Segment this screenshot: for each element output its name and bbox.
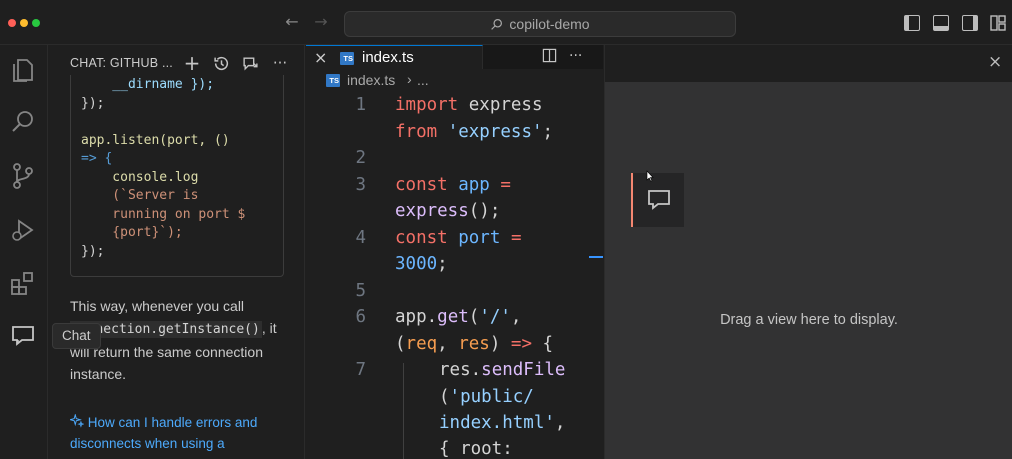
chat-tooltip: Chat: [52, 323, 101, 349]
typescript-file-icon: TS: [326, 74, 340, 87]
code-editor[interactable]: 1 import express from 'express'; 2 3 con…: [306, 93, 603, 459]
run-debug-icon[interactable]: [8, 215, 38, 245]
code-line: 3000;: [395, 254, 448, 274]
breadcrumb-separator: ›: [407, 71, 412, 87]
chat-panel: __dirname }); }); app.listen(port, () =>…: [49, 45, 305, 459]
toggle-panel-icon[interactable]: [933, 15, 949, 31]
title-bar: ← → copilot-demo: [0, 0, 1012, 45]
code-line: app.get('/',: [395, 307, 522, 327]
toggle-secondary-sidebar-icon[interactable]: [962, 15, 978, 31]
line-number: 4: [355, 228, 366, 248]
followup-text: How can I handle errors and disconnects …: [70, 415, 258, 451]
chat-code-block: __dirname }); }); app.listen(port, () =>…: [70, 67, 284, 277]
code-line: from 'express';: [395, 122, 554, 142]
forward-arrow-icon[interactable]: →: [311, 12, 331, 32]
customize-layout-icon[interactable]: [990, 15, 1006, 31]
breadcrumb-file[interactable]: index.ts: [347, 72, 395, 88]
sparkle-icon: [68, 413, 85, 428]
typescript-file-icon: TS: [340, 52, 354, 65]
code-line: { root:: [439, 439, 513, 459]
code-line: res.sendFile: [439, 360, 566, 380]
line-number: 1: [355, 95, 366, 115]
chat-header: CHAT: GITHUB ... + ···: [49, 45, 304, 75]
mouse-cursor-icon: [646, 170, 654, 182]
command-center-label: copilot-demo: [509, 16, 590, 32]
explorer-icon[interactable]: [8, 55, 38, 85]
new-chat-icon[interactable]: +: [183, 51, 201, 75]
indent-guide: [403, 363, 404, 459]
line-number: 5: [355, 281, 366, 301]
code-line: });: [81, 95, 105, 111]
editor-more-actions-icon[interactable]: ···: [569, 48, 582, 64]
activity-bar: [0, 45, 48, 459]
toggle-primary-sidebar-icon[interactable]: [904, 15, 920, 31]
code-line: (req, res) => {: [395, 334, 554, 354]
code-line: ('public/: [439, 387, 534, 407]
minimize-window-button[interactable]: [20, 19, 28, 27]
command-center-search[interactable]: copilot-demo: [344, 11, 736, 37]
chat-icon: [647, 190, 670, 210]
close-icon[interactable]: ×: [988, 52, 1002, 72]
code-line: index.html',: [439, 413, 566, 433]
secondary-sidebar: × Drag a view here to display.: [604, 45, 1012, 459]
chat-code-text: __dirname }); }); app.listen(port, () =>…: [81, 76, 245, 261]
breadcrumb-more[interactable]: ...: [417, 72, 429, 88]
maximize-window-button[interactable]: [32, 19, 40, 27]
code-line: console.log: [81, 169, 199, 185]
tab-label: index.ts: [362, 49, 414, 66]
more-actions-icon[interactable]: ···: [271, 54, 289, 72]
line-number: 7: [355, 360, 366, 380]
code-line: __dirname });: [81, 77, 215, 92]
code-line: express();: [395, 201, 501, 221]
code-line: const port =: [395, 228, 522, 248]
code-line: const app =: [395, 175, 511, 195]
tab-bar: × TS index.ts ···: [306, 45, 603, 69]
line-number: 6: [355, 307, 366, 327]
secondary-sidebar-header: ×: [605, 45, 1012, 82]
line-number: 3: [355, 175, 366, 195]
answer-prefix: This way, whenever you call: [70, 298, 245, 314]
editor-group: × TS index.ts ··· TS index.ts › ... 1 im…: [306, 45, 603, 459]
close-window-button[interactable]: [8, 19, 16, 27]
code-line: (`Server is: [81, 188, 199, 203]
code-line: });: [81, 243, 105, 259]
code-line: app.listen(port, (): [81, 132, 230, 148]
breadcrumb: TS index.ts › ...: [306, 71, 603, 91]
history-icon[interactable]: [212, 54, 230, 72]
chat-icon[interactable]: [8, 321, 38, 351]
empty-view-message: Drag a view here to display.: [720, 312, 898, 328]
scrollbar-marker: [589, 256, 603, 258]
open-in-editor-icon[interactable]: [241, 54, 259, 72]
close-icon[interactable]: ×: [314, 48, 327, 67]
code-line: running on port $: [81, 206, 246, 222]
search-icon: [491, 18, 503, 30]
line-number: 2: [355, 148, 366, 168]
followup-suggestion[interactable]: How can I handle errors and disconnects …: [68, 412, 285, 454]
code-line: => {: [81, 151, 113, 166]
chat-answer-text: This way, whenever you call Connection.g…: [70, 295, 290, 385]
search-icon[interactable]: [8, 107, 38, 137]
tab-index-ts[interactable]: × TS index.ts: [306, 45, 483, 69]
back-arrow-icon[interactable]: ←: [282, 12, 302, 32]
code-line: import express: [395, 95, 543, 115]
source-control-icon[interactable]: [8, 161, 38, 191]
chat-title: CHAT: GITHUB ...: [70, 56, 173, 70]
drag-view-chat[interactable]: [631, 173, 684, 227]
extensions-icon[interactable]: [8, 269, 38, 299]
split-editor-icon[interactable]: [542, 48, 557, 66]
code-line: {port}`);: [81, 225, 183, 240]
